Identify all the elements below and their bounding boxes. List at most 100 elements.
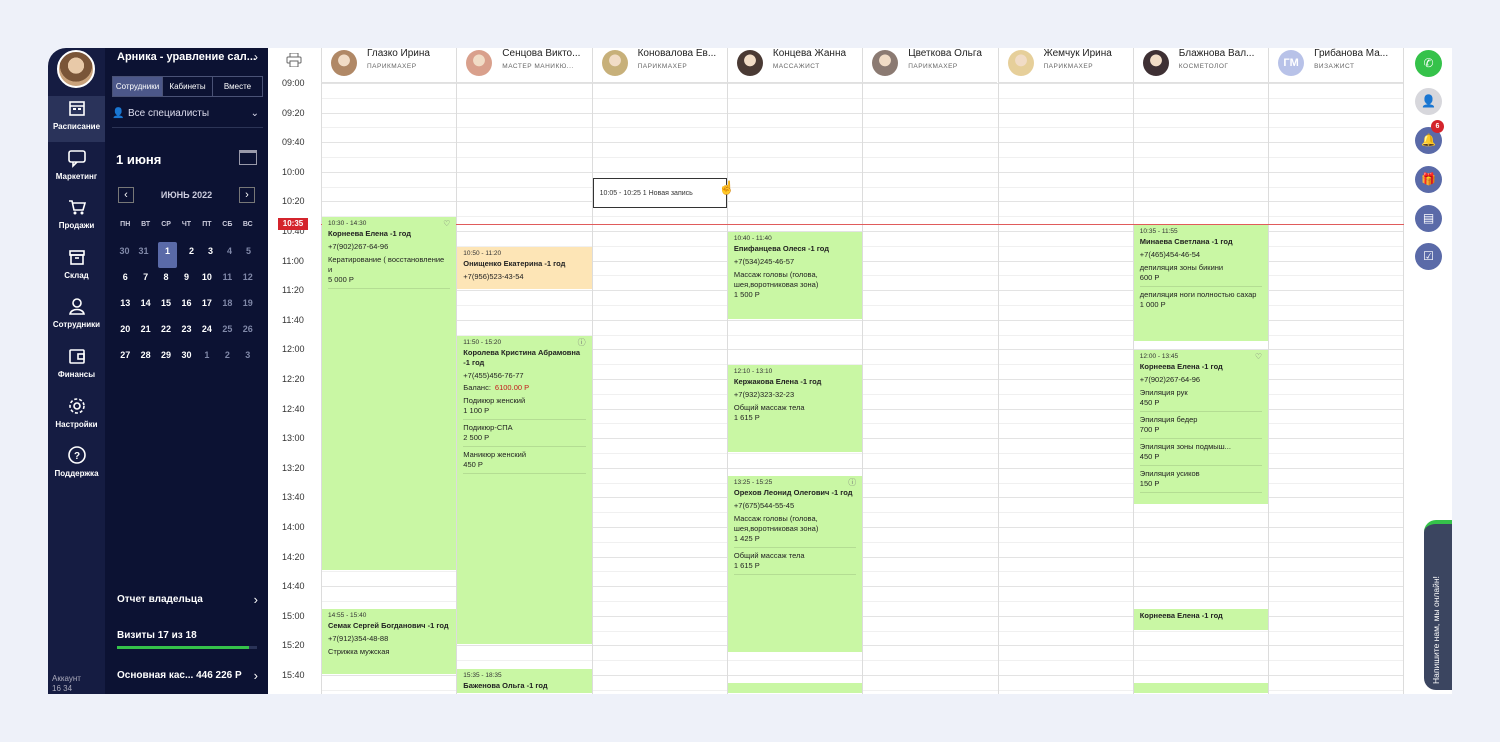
calendar-day[interactable]: 30 [176,346,196,372]
gift-icon[interactable]: 🎁 [1415,166,1442,193]
calendar-day[interactable]: 6 [115,268,135,294]
calendar-day[interactable]: 1 [197,346,217,372]
tab-rooms[interactable]: Кабинеты [163,77,213,96]
staff-header[interactable]: Жемчук Ирина ПАРИКМАХЕР [997,48,1133,83]
calendar-day[interactable]: 12 [238,268,258,294]
nav-item-4[interactable]: Сотрудники [48,294,105,340]
staff-avatar[interactable] [331,50,357,76]
staff-avatar[interactable] [1142,50,1169,76]
nav-item-0[interactable]: Расписание [48,96,105,142]
calendar-day[interactable]: 3 [201,242,220,268]
appointment-card[interactable]: 10:30 - 14:30 Корнеева Елена -1 год +7(902… [322,217,457,571]
nav-item-5[interactable]: Финансы [48,344,105,390]
calendar-day[interactable]: 13 [115,294,135,320]
staff-avatar[interactable] [736,50,763,76]
client-name[interactable]: Баженова Ольга -1 год [463,681,585,691]
staff-header[interactable]: ГМ Грибанова Ма... ВИЗАЖИСТ [1268,48,1404,83]
client-name[interactable]: Корнеева Елена -1 год [328,229,450,239]
calendar-day[interactable]: 23 [176,320,196,346]
staff-avatar[interactable] [601,50,628,76]
tab-staff[interactable]: Сотрудники [113,77,163,96]
nav-item-1[interactable]: Маркетинг [48,146,105,192]
client-name[interactable]: Корнеева Елена -1 год [1140,362,1262,372]
account-label[interactable]: Аккаунт 16 34 [52,674,81,694]
client-name[interactable]: Королева Кристина Абрамовна -1 год [463,348,585,368]
calendar-day[interactable]: 27 [115,346,135,372]
calendar-day[interactable]: 11 [217,268,237,294]
client-name[interactable]: Епифанцева Олеся -1 год [734,244,856,254]
staff-name[interactable]: Блажнова Вал... [1179,48,1264,59]
staff-name[interactable]: Коновалова Ев... [638,48,723,59]
salon-name[interactable]: Арника - уравление сал... [117,51,256,63]
calendar-day[interactable]: 22 [156,320,176,346]
appointment-card[interactable] [1133,683,1269,693]
calendar-day[interactable]: 5 [239,242,258,268]
client-name[interactable]: Онищенко Екатерина -1 год [463,259,585,269]
appointment-card[interactable]: 12:10 - 13:10 Кержакова Елена -1 год +7(93… [727,365,863,452]
user-avatar[interactable] [57,50,95,88]
whatsapp-icon[interactable]: ✆ [1415,50,1442,77]
staff-header[interactable]: Глазко Ирина ПАРИКМАХЕР [321,48,457,83]
nav-item-6[interactable]: Настройки [48,394,105,440]
staff-name[interactable]: Концева Жанна [773,48,858,59]
client-name[interactable]: Орехов Леонид Олегович -1 год [734,488,856,498]
calendar-day[interactable]: 18 [217,294,237,320]
staff-name[interactable]: Глазко Ирина [367,48,452,59]
calendar-day[interactable]: 10 [197,268,217,294]
document-icon[interactable]: ▤ [1415,205,1442,232]
info-icon[interactable]: ⓘ [578,338,586,348]
calendar-day[interactable]: 31 [134,242,153,268]
info-icon[interactable]: ⓘ [848,478,856,488]
appointment-card[interactable]: 10:35 - 11:55 Минаева Светлана -1 год +7(4… [1133,224,1269,341]
checklist-icon[interactable]: ☑ [1415,243,1442,270]
chevron-right-icon[interactable]: › [254,50,258,64]
client-name[interactable]: Минаева Светлана -1 год [1140,237,1262,247]
calendar-day[interactable]: 2 [182,242,201,268]
client-name[interactable]: Семак Сергей Богданович -1 год [328,621,450,631]
calendar-day[interactable]: 21 [135,320,155,346]
staff-header[interactable]: Коновалова Ев... ПАРИКМАХЕР [591,48,727,83]
staff-header[interactable]: Блажнова Вал... КОСМЕТОЛОГ [1132,48,1269,83]
staff-avatar[interactable] [1007,50,1034,76]
appointment-card[interactable]: 10:50 - 11:20 Онищенко Екатерина -1 год +7… [457,246,592,290]
calendar-day[interactable]: 15 [156,294,176,320]
client-name[interactable]: Кержакова Елена -1 год [734,377,856,387]
staff-avatar[interactable] [466,50,493,76]
staff-header[interactable]: Цветкова Ольга ПАРИКМАХЕР [862,48,998,83]
heart-icon[interactable]: ♡ [1255,352,1262,362]
calendar-day[interactable]: 25 [217,320,237,346]
calendar-day[interactable]: 30 [115,242,134,268]
owner-report-link[interactable]: Отчет владельца [117,594,203,605]
calendar-day[interactable]: 3 [238,346,258,372]
chevron-right-icon[interactable]: › [254,668,258,683]
staff-header[interactable]: Сенцова Викто... МАСТЕР МАНИКЮ... [456,48,592,83]
chevron-right-icon[interactable]: › [254,592,258,607]
appointment-card[interactable]: 15:35 - 18:35 Баженова Ольга -1 год [457,668,592,693]
staff-name[interactable]: Сенцова Викто... [502,48,587,59]
calendar-day[interactable]: 26 [238,320,258,346]
heart-icon[interactable]: ♡ [443,219,450,229]
calendar-day[interactable]: 16 [176,294,196,320]
calendar-day[interactable]: 20 [115,320,135,346]
appointment-card[interactable]: 13:25 - 15:25 Орехов Леонид Олегович -1 г… [727,476,863,652]
calendar-day[interactable]: 1 [158,242,177,268]
staff-avatar[interactable] [872,50,899,76]
calendar-day[interactable]: 24 [197,320,217,346]
appointment-card[interactable]: 11:50 - 15:20 Королева Кристина Абрамовна… [457,335,592,645]
online-chat-widget[interactable]: Напишите нам, мы онлайн! [1424,520,1452,690]
calendar-day[interactable]: 2 [217,346,237,372]
calendar-day[interactable]: 4 [220,242,239,268]
tab-together[interactable]: Вместе [213,77,262,96]
calendar-day[interactable]: 19 [238,294,258,320]
staff-header[interactable]: Концева Жанна МАССАЖИСТ [726,48,863,83]
nav-item-2[interactable]: Продажи [48,195,105,241]
calendar-day[interactable]: 8 [156,268,176,294]
next-month-button[interactable]: › [239,187,255,203]
printer-icon[interactable] [286,53,302,67]
staff-name[interactable]: Цветкова Ольга [908,48,993,59]
profile-icon[interactable]: 👤 [1415,88,1442,115]
staff-name[interactable]: Грибанова Ма... [1314,48,1399,59]
calendar-day[interactable]: 29 [156,346,176,372]
appointment-card[interactable]: 14:55 - 15:40 Семак Сергей Богданович -1 … [322,609,457,674]
calendar-day[interactable]: 14 [135,294,155,320]
